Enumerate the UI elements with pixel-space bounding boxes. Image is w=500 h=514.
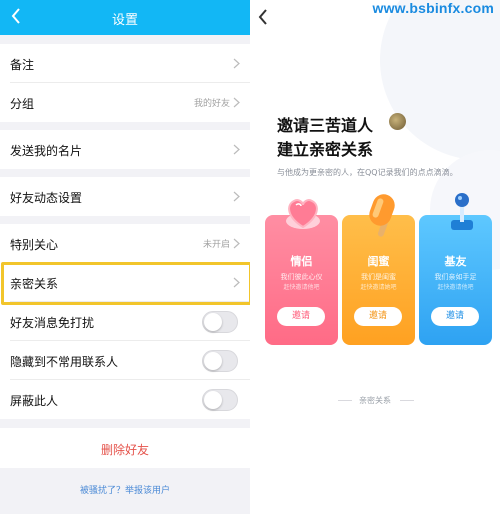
- invite-heading: 邀请三苦道人: [277, 116, 374, 135]
- mute-label: 好友消息免打扰: [10, 316, 95, 330]
- card-title: 基友: [444, 255, 467, 268]
- report-user-link[interactable]: 被骚扰了？举报该用户: [0, 483, 250, 496]
- toggle-knob: [204, 313, 222, 331]
- remark-label: 备注: [10, 58, 35, 72]
- watermark-text: www.bsbinfx.com: [372, 0, 494, 16]
- page-title: 设置: [111, 13, 138, 28]
- chevron-right-icon: [233, 144, 240, 155]
- invite-bestie-button[interactable]: 邀请: [354, 307, 402, 326]
- card-title: 情侣: [290, 255, 313, 268]
- card-subdesc: 赶快邀请他吧: [283, 284, 320, 291]
- card-desc: 我们是闺蜜: [361, 273, 396, 281]
- card-subdesc: 赶快邀请他吧: [437, 284, 474, 291]
- settings-header: 设置: [0, 0, 250, 35]
- popsicle-icon: [369, 194, 395, 237]
- card-desc: 我们亲如手足: [434, 273, 477, 281]
- chevron-right-icon: [233, 191, 240, 202]
- hide-row: 隐藏到不常用联系人: [0, 341, 250, 380]
- chevron-right-icon: [233, 97, 240, 108]
- group-row[interactable]: 分组 我的好友: [0, 83, 250, 122]
- invite-subtitle: 与他成为更亲密的人，在QQ记录我们的点点滴滴。: [277, 168, 458, 177]
- bro-card: 基友 我们亲如手足 赶快邀请他吧 邀请: [419, 215, 492, 345]
- group-value: 我的好友: [193, 99, 230, 109]
- invite-couple-button[interactable]: 邀请: [277, 307, 325, 326]
- heart-icon: [286, 199, 320, 229]
- block-toggle[interactable]: [202, 389, 238, 411]
- invite-heading-line2: 建立亲密关系: [277, 140, 374, 159]
- special-care-label: 特别关心: [10, 238, 59, 252]
- chevron-right-icon: [233, 238, 240, 249]
- send-card-label: 发送我的名片: [10, 144, 83, 158]
- toggle-knob: [204, 352, 222, 370]
- delete-friend-button[interactable]: 删除好友: [101, 441, 149, 458]
- background-circle: [380, 0, 500, 160]
- screen: 设置 备注 分组 我的好友 发送我的名片 好友动态设置 特别关心 未开启 亲密关…: [0, 0, 500, 514]
- avatar: [389, 113, 406, 130]
- block-label: 屏蔽此人: [10, 394, 59, 408]
- intimate-relation-row[interactable]: 亲密关系: [0, 263, 250, 302]
- card-desc: 我们彼此心仪: [280, 273, 323, 281]
- remark-row[interactable]: 备注: [0, 44, 250, 83]
- toggle-knob: [204, 391, 222, 409]
- card-title: 闺蜜: [367, 255, 390, 268]
- special-care-row[interactable]: 特别关心 未开启: [0, 224, 250, 263]
- invite-bro-button[interactable]: 邀请: [431, 307, 479, 326]
- feed-settings-label: 好友动态设置: [10, 191, 83, 205]
- chevron-right-icon: [233, 58, 240, 69]
- mute-row: 好友消息免打扰: [0, 302, 250, 341]
- hide-label: 隐藏到不常用联系人: [10, 355, 119, 369]
- feed-settings-row[interactable]: 好友动态设置: [0, 177, 250, 216]
- delete-friend-row: 删除好友: [0, 428, 250, 468]
- hide-toggle[interactable]: [202, 350, 238, 372]
- couple-card: 情侣 我们彼此心仪 赶快邀请他吧 邀请: [265, 215, 338, 345]
- card-subdesc: 赶快邀请她吧: [360, 284, 397, 291]
- send-card-row[interactable]: 发送我的名片: [0, 130, 250, 169]
- settings-panel: 设置 备注 分组 我的好友 发送我的名片 好友动态设置 特别关心 未开启 亲密关…: [0, 0, 250, 514]
- block-row: 屏蔽此人: [0, 380, 250, 419]
- group-label: 分组: [10, 97, 35, 111]
- joystick-icon: [451, 193, 473, 230]
- special-care-value: 未开启: [202, 240, 230, 250]
- chevron-right-icon: [233, 277, 240, 288]
- back-arrow-icon[interactable]: [257, 8, 269, 26]
- mute-toggle[interactable]: [202, 311, 238, 333]
- footer-label: 亲密关系: [359, 396, 391, 405]
- intimate-invite-panel: www.bsbinfx.com 邀请三苦道人 建立亲密关系 与他成为更亲密的人，…: [250, 0, 500, 514]
- intimate-relation-label: 亲密关系: [10, 277, 59, 291]
